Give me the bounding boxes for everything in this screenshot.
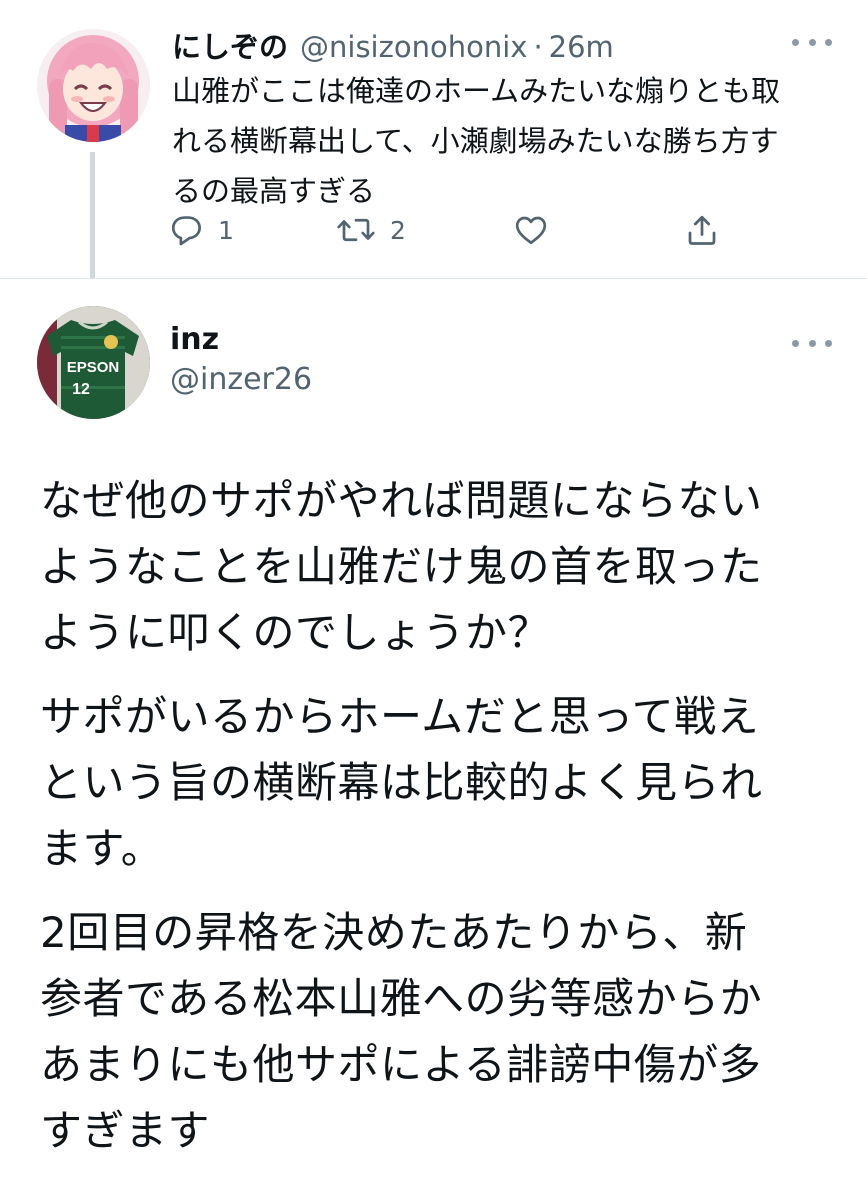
main-tweet-text: なぜ他のサポがやれば問題にならない ようなことを山雅だけ鬼の首を取った ように叩… (40, 468, 840, 1182)
jersey-sponsor-text: EPSON (67, 359, 120, 376)
tweet-paragraph: 2回目の昇格を決めたあたりから、新 参者である松本山雅への劣等感からか あまりに… (40, 908, 763, 1155)
parent-avatar[interactable] (37, 29, 150, 142)
more-options-icon[interactable] (792, 333, 832, 353)
tweet-paragraph: なぜ他のサポがやれば問題にならない ようなことを山雅だけ鬼の首を取った ように叩… (40, 476, 763, 657)
jersey-number-text: 12 (72, 381, 90, 398)
thread-connector-line (90, 152, 95, 278)
share-button[interactable] (684, 206, 720, 254)
main-avatar[interactable]: EPSON 12 (37, 306, 150, 419)
reply-count: 1 (218, 215, 234, 245)
parent-handle[interactable]: @nisizonohonix (300, 30, 527, 64)
main-display-name[interactable]: inz (170, 322, 219, 357)
parent-tweet-text: 山雅がここは俺達のホームみたいな煽りとも取 れる横断幕出して、小瀬劇場みたいな勝… (172, 74, 781, 208)
parent-timestamp[interactable]: 26m (549, 30, 614, 64)
like-button[interactable] (512, 206, 550, 254)
parent-tweet[interactable]: にしぞの @nisizonohonix · 26m 山雅がここは俺達のホームみた… (0, 0, 867, 278)
reply-icon (171, 216, 201, 246)
parent-tweet-actions: 1 2 (168, 206, 728, 254)
parent-tweet-header: にしぞの @nisizonohonix · 26m (172, 24, 614, 64)
parent-display-name[interactable]: にしぞの (172, 24, 288, 66)
retweet-icon (337, 218, 375, 242)
share-icon (688, 215, 716, 245)
more-options-icon[interactable] (792, 32, 832, 52)
retweet-button[interactable]: 2 (336, 206, 406, 254)
green-jersey-avatar-icon: EPSON 12 (37, 306, 150, 419)
tweet-paragraph: サポがいるからホームだと思って戦え という旨の横断幕は比較的よく見られ ます。 (40, 692, 763, 873)
retweet-count: 2 (390, 215, 406, 245)
tweet-divider (0, 278, 867, 279)
main-handle[interactable]: @inzer26 (170, 362, 312, 397)
anime-girl-avatar-icon (37, 29, 150, 142)
reply-button[interactable]: 1 (168, 206, 234, 254)
heart-icon (515, 216, 547, 245)
header-separator: · (533, 30, 543, 64)
